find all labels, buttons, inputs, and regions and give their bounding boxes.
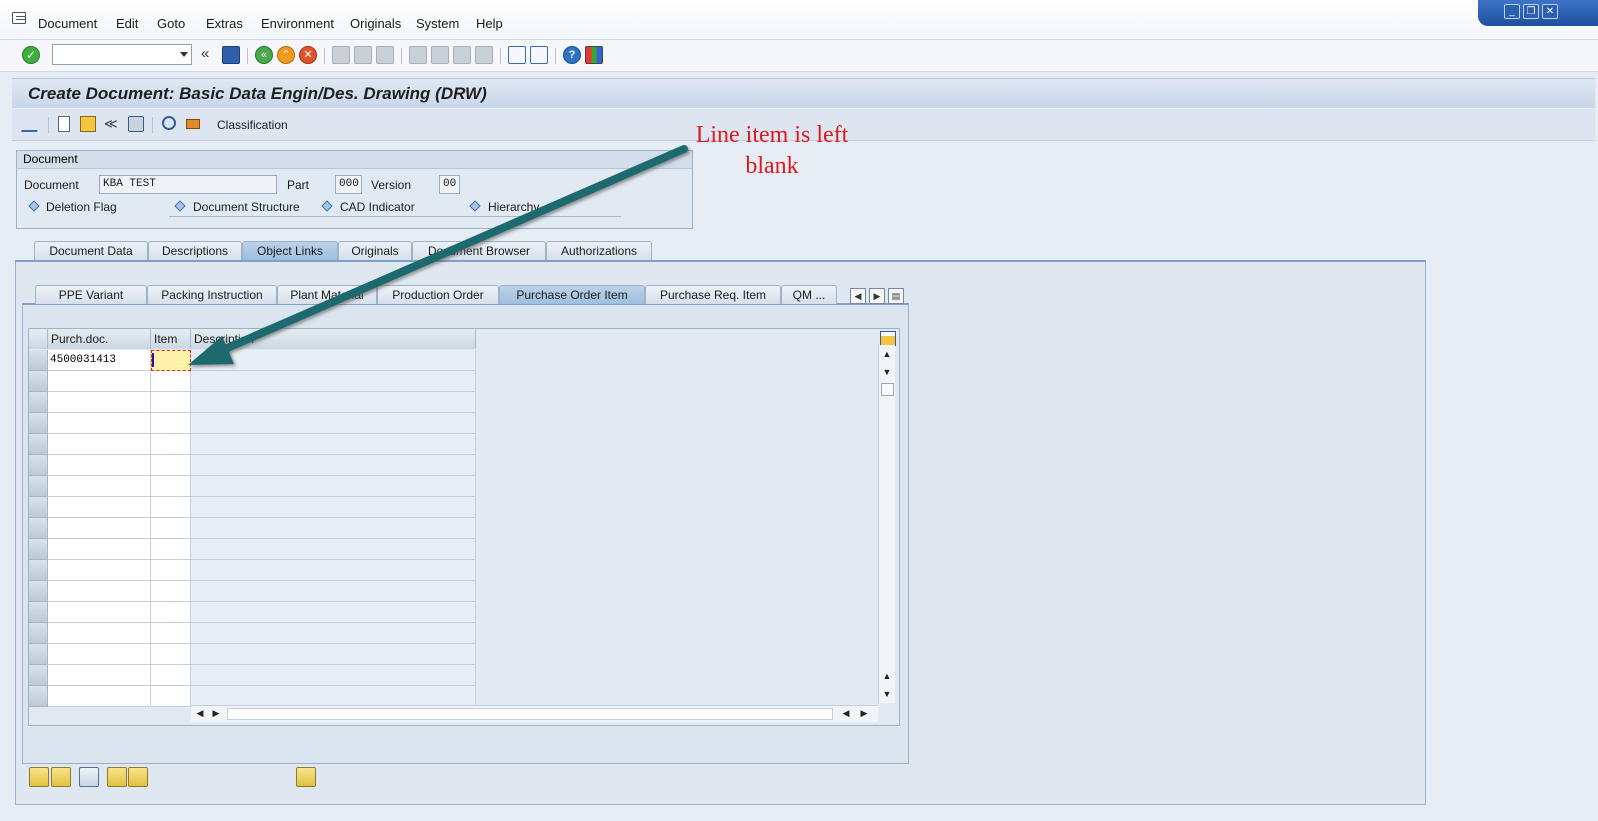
annotation-arrow — [188, 145, 688, 365]
